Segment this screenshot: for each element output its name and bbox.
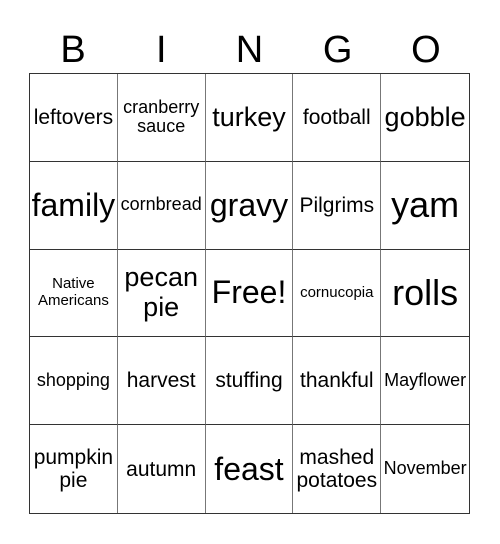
header-letter-g: G [322, 29, 353, 71]
bingo-cell[interactable]: Mayflower [381, 337, 469, 426]
header-letter-o: O [411, 29, 441, 71]
bingo-cell[interactable]: autumn [118, 425, 206, 513]
bingo-cell[interactable]: football [293, 74, 382, 162]
bingo-header: B I N G O [29, 28, 470, 72]
bingo-cell[interactable]: turkey [205, 74, 294, 162]
bingo-cell[interactable]: yam [381, 162, 469, 250]
bingo-cell[interactable]: gravy [205, 161, 294, 250]
bingo-cell[interactable]: pumpkin pie [30, 425, 118, 513]
header-letter-i: I [156, 29, 167, 71]
bingo-cell[interactable]: Native Americans [30, 249, 118, 338]
header-letter-n: N [235, 29, 264, 71]
bingo-cell[interactable]: November [381, 425, 469, 513]
bingo-cell[interactable]: harvest [117, 337, 206, 426]
bingo-cell[interactable]: pecan pie [117, 249, 206, 338]
bingo-cell[interactable]: thankful [293, 337, 382, 426]
free-space-cell[interactable]: Free! [205, 249, 294, 338]
header-letter-b: B [60, 29, 86, 71]
bingo-cell[interactable]: shopping [30, 337, 118, 426]
bingo-cell[interactable]: cornucopia [293, 249, 382, 338]
bingo-cell[interactable]: Pilgrims [293, 161, 382, 250]
bingo-grid: leftovers cranberry sauce turkey footbal… [29, 73, 470, 514]
bingo-cell[interactable]: cranberry sauce [117, 74, 206, 162]
bingo-cell[interactable]: rolls [381, 250, 469, 338]
bingo-cell[interactable]: feast [206, 425, 294, 513]
bingo-cell[interactable]: stuffing [205, 337, 294, 426]
bingo-cell[interactable]: leftovers [30, 74, 118, 162]
bingo-cell[interactable]: gobble [381, 74, 469, 162]
bingo-cell[interactable]: family [30, 161, 118, 250]
bingo-cell[interactable]: cornbread [117, 161, 206, 250]
bingo-cell[interactable]: mashed potatoes [293, 425, 382, 513]
